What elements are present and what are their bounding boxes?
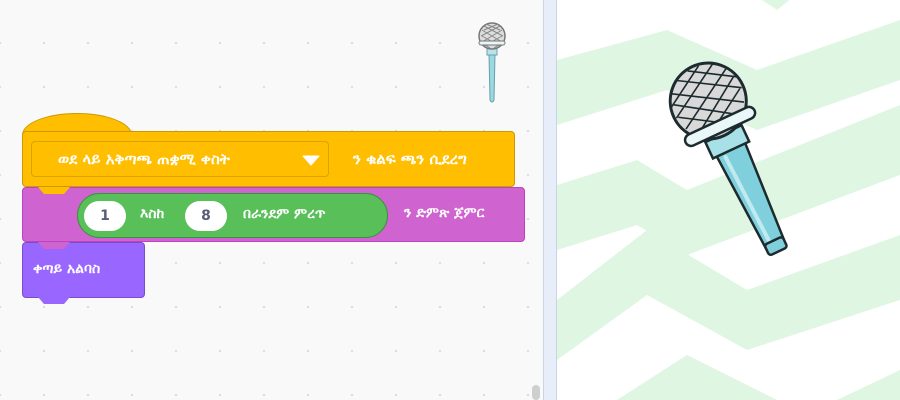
block-notch [38,242,70,249]
scrollbar-thumb[interactable] [532,385,540,400]
random-to-label: እስከ [140,206,165,222]
code-area[interactable]: ወደ ላይ አቅጣጫ ጠቋሚ ቀስት ን ቁልፍ ጫን ሲደረግ 1 እስከ 8… [0,0,543,400]
key-dropdown-value: ወደ ላይ አቅጣጫ ጠቋሚ ቀስት [58,150,230,168]
hat-block-body[interactable]: ወደ ላይ አቅጣጫ ጠቋሚ ቀስት ን ቁልፍ ጫን ሲደረግ [22,131,515,187]
block-bottom-notch [38,297,70,304]
start-sound-label: ን ድምጽ ጀምር [404,205,485,221]
pick-random-label: በራንደም ምረጥ [243,206,326,222]
dropdown-arrow-icon [302,155,320,166]
random-from-input[interactable]: 1 [84,201,126,231]
random-to-input[interactable]: 8 [185,201,227,231]
hat-block-label: ን ቁልፍ ጫን ሲደረግ [353,150,467,168]
when-key-pressed-block[interactable]: ወደ ላይ አቅጣጫ ጠቋሚ ቀስት ን ቁልፍ ጫን ሲደረግ [22,113,515,187]
next-costume-label: ቀጣይ አልባስ [33,261,101,277]
start-sound-block[interactable]: 1 እስከ 8 በራንደም ምረጥ ን ድምጽ ጀምር [22,187,525,242]
stage[interactable] [557,0,900,400]
code-area-scrollbar[interactable] [528,0,542,400]
pick-random-block[interactable]: 1 እስከ 8 በራንደም ምረጥ [77,193,388,238]
microphone-icon[interactable] [648,60,788,280]
panel-divider [543,0,557,400]
key-dropdown[interactable]: ወደ ላይ አቅጣጫ ጠቋሚ ቀስት [31,141,329,177]
next-costume-block[interactable]: ቀጣይ አልባስ [22,242,145,304]
microphone-icon [478,22,506,103]
block-notch [38,187,70,194]
